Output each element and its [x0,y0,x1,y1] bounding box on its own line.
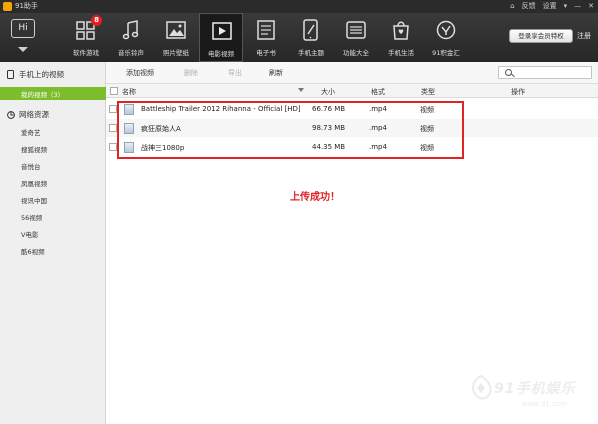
tab-label: 电影视频 [208,50,234,58]
notification-badge: 8 [91,15,102,26]
row-checkbox[interactable] [109,143,117,151]
sidebar-item-ifeng[interactable]: 凤凰视频 [21,178,47,188]
sidebar-section-network[interactable]: 网络资源 [0,107,106,122]
tab-label: 照片壁纸 [163,49,189,57]
app-title: 91助手 [15,2,38,10]
feedback-link[interactable]: 反馈 [522,1,536,12]
app-logo-icon [3,2,12,11]
action-bar: 添加视频 删除 导出 刷新 [106,62,598,84]
sidebar-item-vmovier[interactable]: V电影 [21,229,38,239]
photo-icon [166,21,186,39]
register-link[interactable]: 注册 [577,31,591,41]
sidebar: 手机上的视频 我的视频（3） 网络资源 爱奇艺 搜狐视频 音悦台 凤凰视频 视讯… [0,62,106,424]
column-ops: 操作 [511,88,525,96]
sort-down-icon[interactable] [298,88,304,92]
column-type[interactable]: 类型 [421,87,435,97]
tab-phone-themes[interactable]: 手机主题 [289,13,333,62]
export-button[interactable]: 导出 [228,68,242,78]
tab-features[interactable]: 功能大全 [334,13,378,62]
watermark-brand: 91手机娱乐 [494,381,576,397]
device-button[interactable]: Hi [8,17,38,60]
row-checkbox[interactable] [109,124,117,132]
sidebar-item-my-videos[interactable]: 我的视频（3） [0,87,106,100]
column-format[interactable]: 格式 [371,87,385,97]
watermark-logo-icon [472,374,492,400]
music-note-icon [122,20,139,40]
column-size[interactable]: 大小 [321,87,335,97]
vip-login-button[interactable]: 登录享会员特权 [509,29,573,43]
tab-apps-games[interactable]: 8 软件游戏 [64,13,108,62]
sidebar-item-shixun[interactable]: 视讯中国 [21,195,47,205]
title-bar: 91助手 ⌂ 反馈 设置 ▾ — ✕ [0,0,598,13]
window-controls: ⌂ 反馈 设置 ▾ — ✕ [510,1,594,12]
sidebar-item-sohu[interactable]: 搜狐视频 [21,144,47,154]
row-checkbox[interactable] [109,105,117,113]
tab-music-ringtones[interactable]: 音乐铃声 [109,13,153,62]
close-icon[interactable]: ✕ [588,1,594,12]
main-toolbar: Hi 8 软件游戏 音乐铃声 照片壁纸 电影视频 电子书 手机主题 功能大全 手… [0,13,598,62]
tab-91-points[interactable]: 91积金汇 [424,13,468,62]
features-icon [346,21,366,39]
tab-label: 功能大全 [343,49,369,57]
tab-ebooks[interactable]: 电子书 [244,13,288,62]
menu-icon[interactable]: ▾ [564,1,568,12]
highlight-annotation-box [117,101,464,159]
table-header: 名称 大小 格式 类型 操作 [106,84,598,98]
sidebar-section-phone-videos[interactable]: 手机上的视频 [0,67,106,82]
chevron-down-icon[interactable] [18,47,28,52]
coin-icon [436,20,456,40]
sidebar-section-label: 网络资源 [19,110,49,119]
refresh-button[interactable]: 刷新 [269,68,283,78]
tab-label: 91积金汇 [432,49,460,57]
column-name[interactable]: 名称 [122,87,136,97]
sidebar-item-56[interactable]: 56视频 [21,212,42,222]
watermark-url: www.91.com [522,400,568,408]
sidebar-item-yinyuetai[interactable]: 音悦台 [21,161,41,171]
sidebar-section-label: 手机上的视频 [19,70,64,79]
globe-icon [7,111,15,119]
tab-label: 手机主题 [298,49,324,57]
device-hi-icon: Hi [11,19,35,38]
tab-photos-wallpapers[interactable]: 照片壁纸 [154,13,198,62]
sidebar-item-ku6[interactable]: 酷6视频 [21,246,45,256]
sidebar-item-iqiyi[interactable]: 爱奇艺 [21,127,41,137]
sidebar-item-label: 我的视频（3） [21,91,65,99]
delete-button[interactable]: 删除 [184,68,198,78]
watermark: 91手机娱乐 www.91.com [468,372,592,418]
tab-label: 软件游戏 [73,49,99,57]
skin-icon[interactable]: ⌂ [510,1,514,12]
settings-link[interactable]: 设置 [543,1,557,12]
add-video-button[interactable]: 添加视频 [126,68,154,78]
tab-label: 电子书 [256,49,276,57]
ebook-icon [257,20,275,40]
tab-label: 音乐铃声 [118,49,144,57]
phone-icon [7,70,14,79]
select-all-checkbox[interactable] [110,87,118,95]
phone-theme-icon [303,19,318,41]
search-input[interactable] [498,66,592,79]
video-icon [212,22,232,40]
search-icon [505,69,512,76]
tab-movies-videos[interactable]: 电影视频 [199,13,243,62]
upload-success-text: 上传成功！ [290,192,340,203]
tab-phone-life[interactable]: 手机生活 [379,13,423,62]
shopping-bag-icon [393,21,409,40]
tab-label: 手机生活 [388,49,414,57]
minimize-icon[interactable]: — [574,1,581,12]
